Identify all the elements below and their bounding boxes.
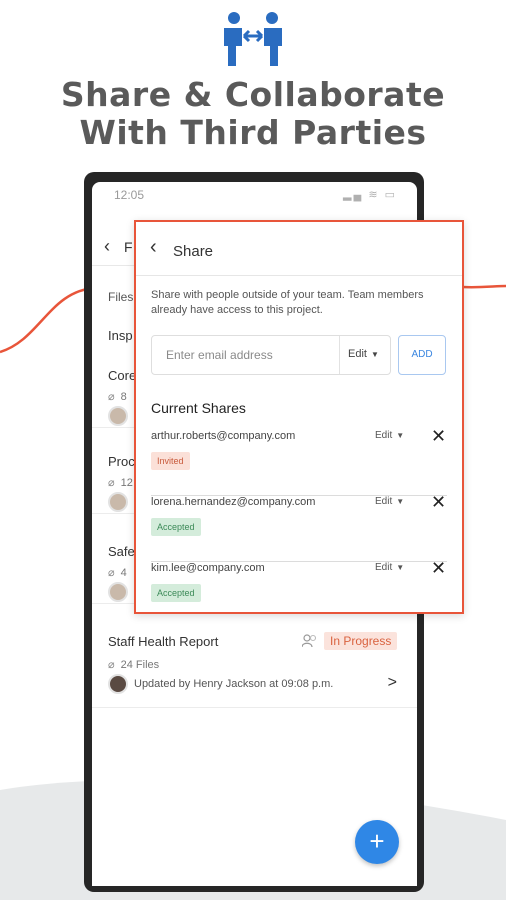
files-count-value: 24 Files	[120, 659, 160, 671]
share-permission-value: Edit	[375, 562, 393, 573]
files-count-value: 4	[120, 567, 127, 579]
share-email: kim.lee@company.com	[151, 562, 265, 574]
add-button[interactable]: ADD	[398, 335, 446, 375]
current-shares-title: Current Shares	[151, 400, 246, 416]
share-permission-value: Edit	[375, 430, 393, 441]
status-badge: Accepted	[151, 584, 201, 602]
email-field-group: Edit▼	[151, 335, 391, 375]
permission-value: Edit	[348, 348, 367, 360]
files-count: ⌀ 24 Files	[108, 658, 159, 671]
caret-down-icon: ▼	[396, 497, 405, 506]
signal-wifi-battery-icon: ▂▄ ≋ ▭	[343, 189, 397, 201]
share-title: Share	[173, 243, 214, 260]
app-title: F	[124, 239, 133, 255]
share-permission-select[interactable]: Edit ▼	[375, 430, 404, 441]
paperclip-icon: ⌀	[108, 659, 115, 671]
status-badge: Invited	[151, 452, 190, 470]
email-input[interactable]	[152, 336, 339, 374]
caret-down-icon: ▼	[370, 350, 379, 359]
files-count: ⌀ 8	[108, 390, 127, 403]
report-title: Staff Health Report	[108, 634, 219, 649]
files-count: ⌀ 4	[108, 566, 127, 579]
share-permission-select[interactable]: Edit ▼	[375, 562, 404, 573]
share-header: ‹ Share	[136, 222, 462, 276]
status-time: 12:05	[114, 188, 145, 202]
share-permission-value: Edit	[375, 496, 393, 507]
tab-files[interactable]: Files	[108, 290, 133, 304]
files-count: ⌀ 12	[108, 476, 133, 489]
share-description: Share with people outside of your team. …	[151, 289, 424, 316]
headline: Share & Collaborate With Third Parties	[0, 76, 506, 152]
share-dialog: ‹ Share Share with people outside of you…	[134, 220, 464, 614]
back-icon[interactable]: ‹	[104, 236, 110, 257]
add-fab-button[interactable]: +	[355, 820, 399, 864]
handshake-people-icon	[224, 12, 282, 66]
list-item-title: Core	[108, 368, 137, 383]
share-row: kim.lee@company.com Edit ▼ ✕ Accepted	[151, 558, 447, 628]
remove-share-icon[interactable]: ✕	[431, 558, 446, 579]
share-row: lorena.hernandez@company.com Edit ▼ ✕ Acc…	[151, 492, 447, 562]
status-badge: In Progress	[324, 632, 398, 650]
remove-share-icon[interactable]: ✕	[431, 426, 446, 447]
share-email: lorena.hernandez@company.com	[151, 496, 316, 508]
files-count-value: 12	[120, 477, 133, 489]
avatar	[108, 582, 128, 602]
paperclip-icon: ⌀	[108, 391, 115, 403]
chevron-right-icon[interactable]: >	[388, 674, 397, 692]
list-item-staff-health-report[interactable]: Staff Health Report In Progress ⌀ 24 File…	[92, 622, 417, 708]
status-badge: Accepted	[151, 518, 201, 536]
paperclip-icon: ⌀	[108, 477, 115, 489]
share-row: arthur.roberts@company.com Edit ▼ ✕ Invit…	[151, 426, 447, 496]
permission-select[interactable]: Edit ▼	[348, 348, 379, 360]
share-email: arthur.roberts@company.com	[151, 430, 296, 442]
paperclip-icon: ⌀	[108, 567, 115, 579]
caret-down-icon: ▼	[396, 431, 405, 440]
avatar	[108, 492, 128, 512]
avatar	[108, 674, 128, 694]
divider	[339, 336, 340, 374]
share-permission-select[interactable]: Edit ▼	[375, 496, 404, 507]
share-back-icon[interactable]: ‹	[150, 236, 157, 259]
caret-down-icon: ▼	[396, 563, 405, 572]
list-item-title: Safe	[108, 544, 135, 559]
status-bar: 12:05 ▂▄ ≋ ▭	[92, 182, 417, 208]
remove-share-icon[interactable]: ✕	[431, 492, 446, 513]
people-icon	[302, 634, 317, 648]
list-item-title: Proc	[108, 454, 135, 469]
updated-by-text: Updated by Henry Jackson at 09:08 p.m.	[134, 678, 334, 690]
avatar	[108, 406, 128, 426]
list-item-inspection[interactable]: Insp	[108, 328, 133, 343]
files-count-value: 8	[120, 391, 127, 403]
headline-line-1: Share & Collaborate	[60, 75, 446, 114]
headline-line-2: With Third Parties	[79, 113, 427, 152]
